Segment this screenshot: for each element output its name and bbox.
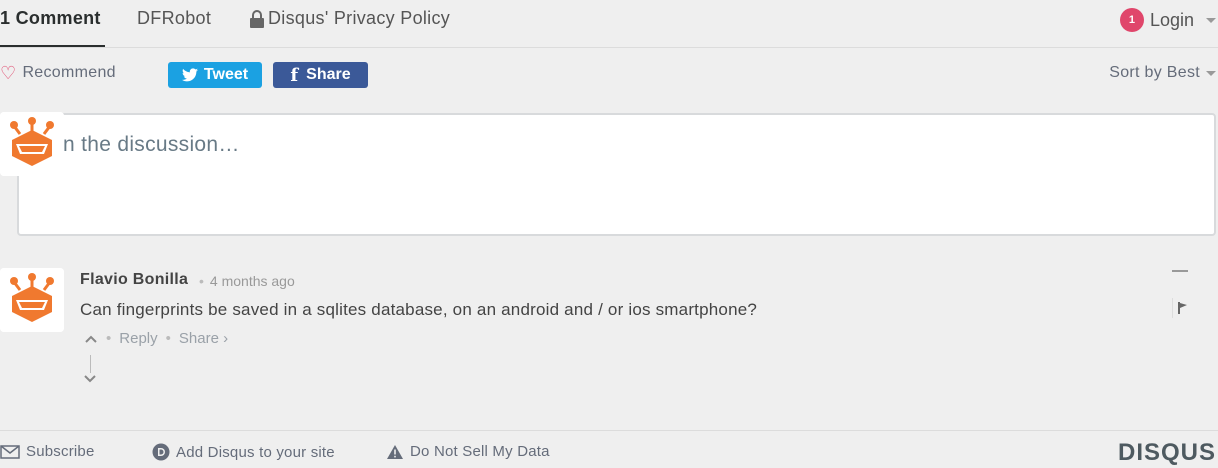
comment-count-tab[interactable]: 1 Comment (0, 8, 101, 29)
comment-footer: • Reply • Share › (84, 330, 228, 347)
chevron-down-icon (1206, 70, 1216, 76)
robot-logo-icon (0, 268, 64, 332)
privacy-policy-label: Disqus' Privacy Policy (268, 8, 451, 28)
disqus-logo[interactable]: DISQUS (1118, 439, 1216, 467)
composer-placeholder: n the discussion… (63, 133, 240, 156)
subscribe-label: Subscribe (26, 443, 95, 460)
footer-separator: • (106, 330, 112, 347)
notification-badge[interactable]: 1 (1119, 8, 1144, 32)
tweet-label: Tweet (203, 66, 249, 83)
disqus-d-icon (152, 443, 170, 461)
do-not-sell-label: Do Not Sell My Data (410, 443, 550, 460)
comment-text: Can fingerprints be saved in a sqlites d… (80, 300, 758, 319)
lock-icon (250, 9, 264, 28)
upvote-icon[interactable] (84, 334, 98, 344)
recommend-button[interactable]: ♡ Recommend (0, 64, 116, 82)
tweet-button[interactable]: Tweet (168, 62, 262, 88)
envelope-icon (0, 444, 20, 459)
twitter-bird-icon (181, 68, 198, 82)
heart-icon: ♡ (0, 63, 17, 83)
sort-label: Sort by Best (1109, 64, 1200, 81)
downvote-icon[interactable] (83, 374, 97, 384)
facebook-share-button[interactable]: f Share (273, 62, 368, 88)
commenter-avatar[interactable] (0, 268, 64, 332)
meta-separator: • (199, 273, 204, 289)
facebook-icon: f (290, 64, 299, 86)
thread-actions: ♡ Recommend Tweet f Share Sort by Best (0, 58, 1218, 92)
flag-icon (1177, 302, 1187, 314)
subscribe-link[interactable]: Subscribe (0, 443, 95, 460)
minus-icon (1172, 270, 1188, 272)
add-disqus-link[interactable]: Add Disqus to your site (152, 443, 335, 461)
comment-textbox[interactable]: n the discussion… (17, 113, 1216, 236)
reply-link[interactable]: Reply (119, 330, 157, 347)
comment-author[interactable]: Flavio Bonilla (80, 271, 188, 289)
flag-comment-button[interactable] (1172, 298, 1192, 318)
warning-icon (387, 444, 403, 459)
vote-divider (90, 355, 91, 373)
login-label: Login (1149, 9, 1194, 30)
thread-nav: 1 Comment DFRobot Disqus' Privacy Policy… (0, 0, 1218, 48)
footer-separator: • (165, 330, 171, 347)
active-tab-indicator (0, 45, 105, 47)
robot-logo-icon (0, 112, 64, 176)
thread-footer: Subscribe Add Disqus to your site Do Not… (0, 430, 1218, 468)
privacy-policy-tab[interactable]: Disqus' Privacy Policy (250, 8, 450, 29)
share-label: Share (306, 66, 351, 83)
login-menu[interactable]: 1 Login (1119, 8, 1216, 32)
do-not-sell-link[interactable]: Do Not Sell My Data (386, 443, 550, 460)
comment-timestamp[interactable]: 4 months ago (210, 273, 295, 289)
recommend-label: Recommend (22, 64, 116, 81)
comment-share-link[interactable]: Share › (179, 330, 228, 347)
chevron-down-icon (1206, 17, 1216, 23)
user-avatar (0, 112, 64, 176)
comment-meta: • 4 months ago (199, 273, 295, 289)
community-tab[interactable]: DFRobot (137, 8, 211, 29)
sort-dropdown[interactable]: Sort by Best (1109, 64, 1216, 82)
add-disqus-label: Add Disqus to your site (176, 443, 335, 461)
